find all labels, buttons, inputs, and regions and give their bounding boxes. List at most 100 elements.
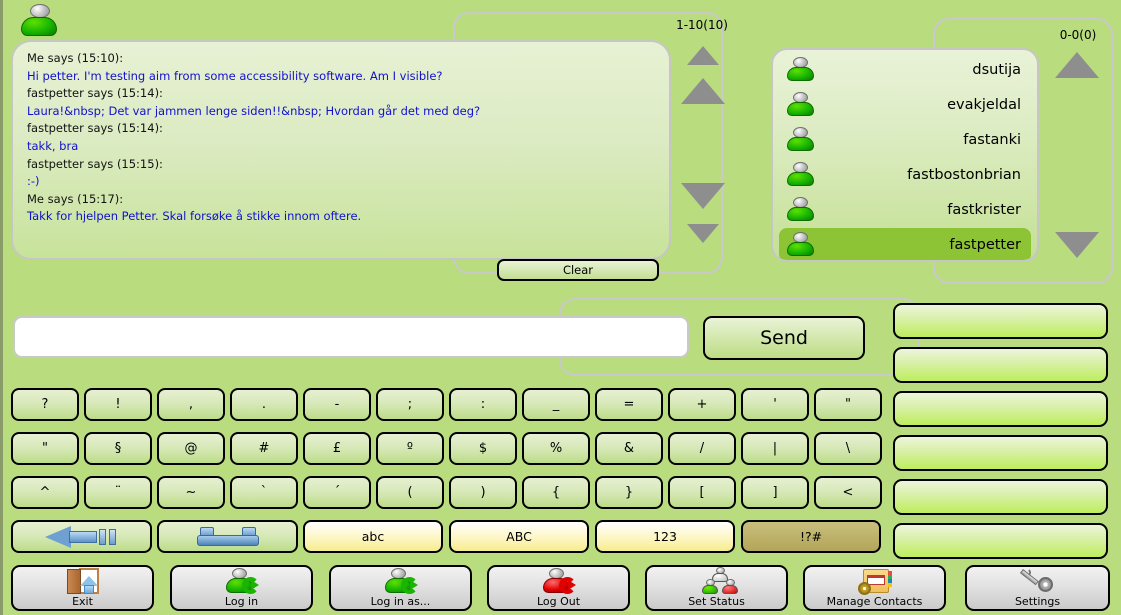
person-online-icon [785,162,815,188]
toolbar-button-label: Log in as... [370,595,431,608]
key-"[interactable]: " [11,432,79,465]
numeric-mode-key[interactable]: 123 [595,520,735,553]
key--[interactable]: - [303,388,371,421]
key-?[interactable]: ? [11,388,79,421]
toolbar-button-label: Exit [72,595,93,608]
chat-message-text: takk, bra [27,138,79,153]
key-_[interactable]: _ [522,388,590,421]
contact-name: fastbostonbrian [907,167,1021,183]
key-,[interactable]: , [157,388,225,421]
toolbar-button-settings[interactable]: Settings [965,565,1110,611]
login-person-icon [225,567,259,595]
key-.[interactable]: . [230,388,298,421]
ABC-mode-key[interactable]: ABC [449,520,589,553]
person-online-icon [785,92,815,118]
contacts-scroll-down-button[interactable] [1055,232,1099,258]
key-~[interactable]: ~ [157,476,225,509]
chat-range-counter: 1-10(10) [676,18,728,32]
key-"[interactable]: " [814,388,882,421]
contacts-range-counter: 0-0(0) [1059,28,1097,42]
send-button[interactable]: Send [703,316,865,360]
side-button-4[interactable] [893,435,1108,471]
key-|[interactable]: | [741,432,809,465]
side-button-6[interactable] [893,523,1108,559]
chat-page-up-button[interactable] [687,46,719,65]
contact-list-item[interactable]: fastbostonbrian [779,158,1031,192]
key-@[interactable]: @ [157,432,225,465]
backspace-arrow-icon [44,525,119,548]
contact-list-item[interactable]: fastpetter [779,228,1031,260]
toolbar-button-label: Settings [1014,595,1061,608]
toolbar-button-label: Manage Contacts [826,595,923,608]
chat-message-text: :-) [27,174,40,189]
contact-list-item[interactable]: dsutija [779,53,1031,87]
key-=[interactable]: = [595,388,663,421]
backspace-key[interactable] [11,520,152,553]
person-online-icon [785,57,815,83]
side-button-5[interactable] [893,479,1108,515]
abc-mode-key[interactable]: abc [303,520,443,553]
key-$[interactable]: $ [449,432,517,465]
toolbar-button-exit[interactable]: Exit [11,565,154,611]
chat-message-header: Me says (15:10): [27,51,124,65]
key-([interactable]: ( [376,476,444,509]
key-#[interactable]: # [230,432,298,465]
key-%[interactable]: % [522,432,590,465]
space-key[interactable] [157,520,298,553]
key-§[interactable]: § [84,432,152,465]
toolbar-button-label: Log in [224,595,259,608]
toolbar-button-label: Set Status [688,595,745,608]
key-:[interactable]: : [449,388,517,421]
symbol-mode-key[interactable]: !?# [741,520,881,553]
chat-message-header: Me says (15:17): [27,191,124,206]
key-![interactable]: ! [84,388,152,421]
toolbar-button-log-in[interactable]: Log in [170,565,313,611]
key-][interactable]: ] [741,476,809,509]
key-'[interactable]: ' [741,388,809,421]
key-¨[interactable]: ¨ [84,476,152,509]
key-;[interactable]: ; [376,388,444,421]
chat-line-down-button[interactable] [681,183,725,209]
contacts-list[interactable]: dsutija evakjeldal fastanki fastbostonbrian… [771,48,1039,262]
toolbar-button-manage-contacts[interactable]: Manage Contacts [803,565,946,611]
key-`[interactable]: ` [230,476,298,509]
key-}[interactable]: } [595,476,663,509]
person-online-icon [785,127,815,153]
toolbar-button-set-status[interactable]: Set Status [645,565,788,611]
key-´[interactable]: ´ [303,476,371,509]
message-input[interactable] [13,316,689,358]
chat-line-up-button[interactable] [681,78,725,104]
key-)[interactable]: ) [449,476,517,509]
toolbar-button-log-in-as[interactable]: Log in as... [329,565,472,611]
chat-page-down-button[interactable] [687,224,719,243]
aim-accessibility-client: Me says (15:10): Hi petter. I'm testing a… [0,0,1121,615]
toolbar-button-log-out[interactable]: Log Out [487,565,630,611]
contact-name: fastkrister [947,202,1021,218]
contact-name: fastanki [963,132,1021,148]
side-button-1[interactable] [893,303,1108,339]
side-button-3[interactable] [893,391,1108,427]
wrench-gear-icon [1019,567,1055,595]
contacts-scroll-up-button[interactable] [1055,52,1099,78]
clear-button[interactable]: Clear [497,259,659,281]
key-^[interactable]: ^ [11,476,79,509]
address-book-gear-icon [857,567,892,595]
key-/[interactable]: / [668,432,736,465]
logout-person-icon [542,567,576,595]
chat-message-text: Takk for hjelpen Petter. Skal forsøke å … [27,209,362,224]
status-avatar-person-online-icon[interactable] [19,4,59,38]
key-<[interactable]: < [814,476,882,509]
key-£[interactable]: £ [303,432,371,465]
contact-list-item[interactable]: evakjeldal [779,88,1031,122]
key-º[interactable]: º [376,432,444,465]
contact-list-item[interactable]: fastanki [779,123,1031,157]
side-button-2[interactable] [893,347,1108,383]
chat-transcript[interactable]: Me says (15:10): Hi petter. I'm testing a… [11,40,671,260]
key-{[interactable]: { [522,476,590,509]
key-+[interactable]: + [668,388,736,421]
contact-list-item[interactable]: fastkrister [779,193,1031,227]
key-\[interactable]: \ [814,432,882,465]
key-&[interactable]: & [595,432,663,465]
key-[[interactable]: [ [668,476,736,509]
avatar-head [30,4,50,18]
